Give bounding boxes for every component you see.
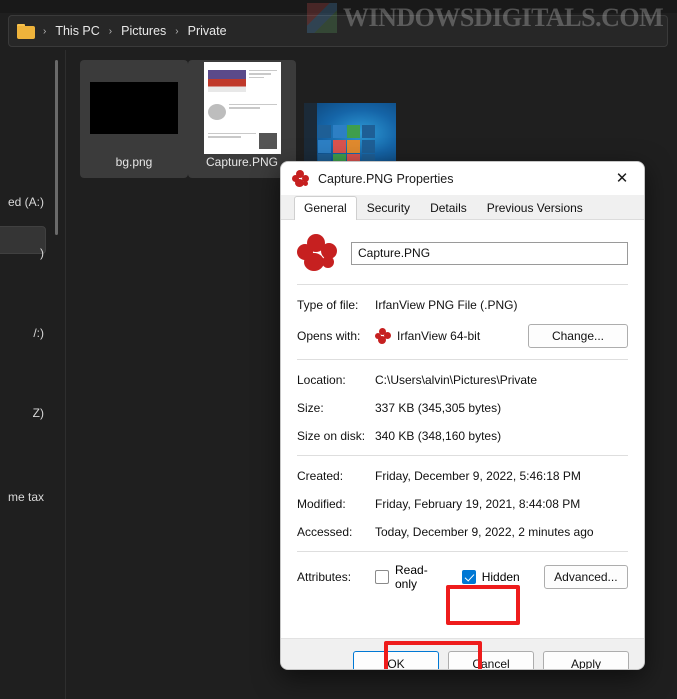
file-item-capture[interactable]: Capture.PNG [188, 60, 296, 178]
file-label: bg.png [110, 154, 158, 170]
readonly-checkbox[interactable] [375, 570, 389, 584]
tab-general[interactable]: General [294, 196, 357, 220]
advanced-button[interactable]: Advanced... [543, 565, 628, 589]
field-label: Opens with: [297, 329, 361, 343]
apply-button[interactable]: Apply [543, 650, 629, 669]
window-top-strip [0, 0, 677, 13]
file-header-row: Capture.PNG [297, 234, 628, 272]
field-value: 337 KB (345,305 bytes) [375, 400, 502, 415]
divider [297, 284, 628, 285]
field-label: Size: [297, 400, 324, 415]
file-label: Capture.PNG [200, 154, 284, 170]
sidebar-item-4[interactable]: me tax [0, 490, 48, 504]
ok-button[interactable]: OK [353, 650, 439, 669]
sidebar-item-2[interactable]: /:) [0, 326, 48, 340]
dialog-titlebar[interactable]: Capture.PNG Properties ✕ [281, 162, 644, 195]
irfanview-icon [292, 170, 309, 187]
dialog-footer: OK Cancel Apply [281, 638, 644, 669]
filename-input[interactable]: Capture.PNG [351, 241, 628, 265]
divider [297, 551, 628, 552]
file-item-bg[interactable]: bg.png [80, 60, 188, 178]
field-size-on-disk: Size on disk: 340 KB (348,160 bytes) [297, 427, 628, 444]
file-thumbnail-bg [88, 66, 180, 150]
breadcrumb-separator: › [108, 25, 113, 37]
close-icon[interactable]: ✕ [600, 162, 644, 195]
sidebar-item-0[interactable]: ed (A:) [0, 195, 48, 209]
address-bar[interactable]: › This PC › Pictures › Private [8, 15, 668, 47]
field-label: Type of file: [297, 297, 359, 312]
readonly-label: Read-only [395, 563, 428, 591]
folder-icon [17, 23, 35, 39]
hidden-checkbox[interactable] [461, 570, 476, 584]
breadcrumb-separator: › [175, 25, 179, 37]
breadcrumb-item-private[interactable]: Private [183, 21, 232, 41]
sidebar-divider [65, 50, 66, 699]
dialog-title: Capture.PNG Properties [318, 171, 454, 186]
field-opens-with: Opens with: IrfanView 64-bit Change... [297, 324, 628, 348]
field-created: Created: Friday, December 9, 2022, 5:46:… [297, 467, 628, 484]
sidebar-item-1[interactable]: ) [0, 246, 48, 260]
breadcrumb-item-pictures[interactable]: Pictures [116, 21, 171, 41]
field-modified: Modified: Friday, February 19, 2021, 8:4… [297, 495, 628, 512]
attributes-row: Attributes: Read-only Hidden Advanced... [297, 563, 628, 591]
irfanview-icon [375, 328, 391, 344]
tab-security[interactable]: Security [357, 196, 420, 220]
dialog-tabs: General Security Details Previous Versio… [281, 195, 644, 220]
breadcrumb-separator: › [43, 25, 47, 37]
field-label: Attributes: [297, 570, 352, 584]
field-accessed: Accessed: Today, December 9, 2022, 2 min… [297, 523, 628, 540]
change-button[interactable]: Change... [528, 324, 628, 348]
field-value: Friday, February 19, 2021, 8:44:08 PM [375, 496, 581, 511]
field-type-of-file: Type of file: IrfanView PNG File (.PNG) [297, 296, 628, 313]
field-label: Modified: [297, 496, 346, 511]
hidden-checkbox-group[interactable]: Hidden [452, 563, 530, 591]
field-label: Created: [297, 468, 344, 483]
tab-details[interactable]: Details [420, 196, 477, 220]
field-location: Location: C:\Users\alvin\Pictures\Privat… [297, 371, 628, 388]
dialog-body-general: Capture.PNG Type of file: IrfanView PNG … [281, 220, 644, 638]
annotation-hidden-checkbox [446, 585, 520, 625]
divider [297, 359, 628, 360]
field-label: Location: [297, 372, 346, 387]
field-size: Size: 337 KB (345,305 bytes) [297, 399, 628, 416]
hidden-label: Hidden [481, 570, 520, 584]
field-label: Accessed: [297, 524, 353, 539]
opens-with-app: IrfanView 64-bit [397, 329, 481, 343]
navigation-sidebar: ed (A:) ) /:) Z) me tax [0, 50, 66, 699]
breadcrumb-item-this-pc[interactable]: This PC [50, 21, 104, 41]
readonly-checkbox-group[interactable]: Read-only [375, 563, 438, 591]
field-label: Size on disk: [297, 428, 366, 443]
field-value: 340 KB (348,160 bytes) [375, 428, 502, 443]
file-thumbnail-capture [196, 61, 288, 155]
sidebar-scrollbar[interactable] [55, 60, 58, 235]
cancel-button[interactable]: Cancel [448, 650, 534, 669]
sidebar-item-3[interactable]: Z) [0, 406, 48, 420]
file-type-icon [297, 234, 339, 272]
field-value: Today, December 9, 2022, 2 minutes ago [375, 524, 594, 539]
properties-dialog: Capture.PNG Properties ✕ General Securit… [280, 161, 645, 670]
divider [297, 455, 628, 456]
field-value: C:\Users\alvin\Pictures\Private [375, 372, 538, 387]
tab-previous-versions[interactable]: Previous Versions [477, 196, 593, 220]
field-value: IrfanView PNG File (.PNG) [375, 297, 518, 312]
field-value: Friday, December 9, 2022, 5:46:18 PM [375, 468, 581, 483]
